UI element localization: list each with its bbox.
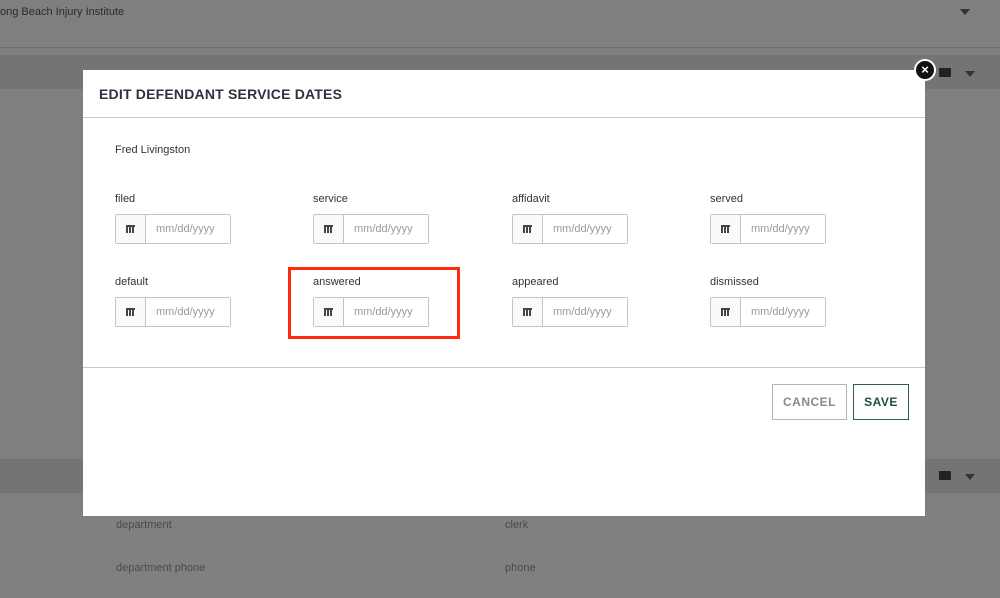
- edit-service-dates-modal: EDIT DEFENDANT SERVICE DATES Fred Living…: [83, 70, 925, 516]
- phone-label: phone: [505, 562, 536, 574]
- service-label: service: [313, 193, 348, 205]
- default-label: default: [115, 276, 149, 288]
- dismissed-date-group: [710, 297, 826, 327]
- default-date-input[interactable]: [146, 298, 230, 326]
- mail-icon[interactable]: [939, 68, 951, 77]
- appeared-label: appeared: [512, 276, 559, 288]
- calendar-icon[interactable]: [513, 298, 543, 326]
- appeared-field: appeared: [512, 276, 632, 327]
- affidavit-field: affidavit: [512, 193, 632, 244]
- answered-highlight-box: [288, 267, 460, 339]
- served-label: served: [710, 193, 744, 205]
- cancel-button[interactable]: CANCEL: [772, 384, 847, 420]
- department-label: department: [116, 519, 172, 531]
- modal-title: EDIT DEFENDANT SERVICE DATES: [99, 86, 343, 102]
- clerk-label: clerk: [505, 519, 529, 531]
- calendar-icon[interactable]: [314, 215, 344, 243]
- affidavit-date-input[interactable]: [543, 215, 627, 243]
- service-date-group: [313, 214, 429, 244]
- divider: [0, 47, 1000, 48]
- chevron-down-icon: [960, 9, 970, 15]
- calendar-icon[interactable]: [116, 298, 146, 326]
- appeared-date-group: [512, 297, 628, 327]
- appeared-date-input[interactable]: [543, 298, 627, 326]
- calendar-icon[interactable]: [116, 215, 146, 243]
- dismissed-label: dismissed: [710, 276, 759, 288]
- footer-divider: [83, 367, 925, 368]
- save-button[interactable]: SAVE: [853, 384, 909, 420]
- mail-icon[interactable]: [939, 471, 951, 480]
- chevron-down-icon[interactable]: [965, 474, 975, 480]
- affidavit-label: affidavit: [512, 193, 550, 205]
- filed-field: filed: [115, 193, 235, 244]
- filed-date-input[interactable]: [146, 215, 230, 243]
- calendar-icon[interactable]: [711, 215, 741, 243]
- dismissed-date-input[interactable]: [741, 298, 825, 326]
- department-phone-label: department phone: [116, 562, 206, 574]
- served-date-group: [710, 214, 826, 244]
- close-icon[interactable]: ×: [914, 59, 936, 81]
- served-field: served: [710, 193, 830, 244]
- chevron-down-icon[interactable]: [965, 71, 975, 77]
- company-select[interactable]: ong Beach Injury Institute: [0, 0, 1000, 26]
- filed-label: filed: [115, 193, 136, 205]
- calendar-icon[interactable]: [711, 298, 741, 326]
- service-date-input[interactable]: [344, 215, 428, 243]
- filed-date-group: [115, 214, 231, 244]
- default-field: default: [115, 276, 235, 327]
- company-name: ong Beach Injury Institute: [0, 6, 125, 18]
- modal-header: EDIT DEFENDANT SERVICE DATES: [83, 70, 925, 118]
- dismissed-field: dismissed: [710, 276, 830, 327]
- defendant-name: Fred Livingston: [115, 144, 191, 156]
- default-date-group: [115, 297, 231, 327]
- served-date-input[interactable]: [741, 215, 825, 243]
- calendar-icon[interactable]: [513, 215, 543, 243]
- affidavit-date-group: [512, 214, 628, 244]
- service-field: service: [313, 193, 433, 244]
